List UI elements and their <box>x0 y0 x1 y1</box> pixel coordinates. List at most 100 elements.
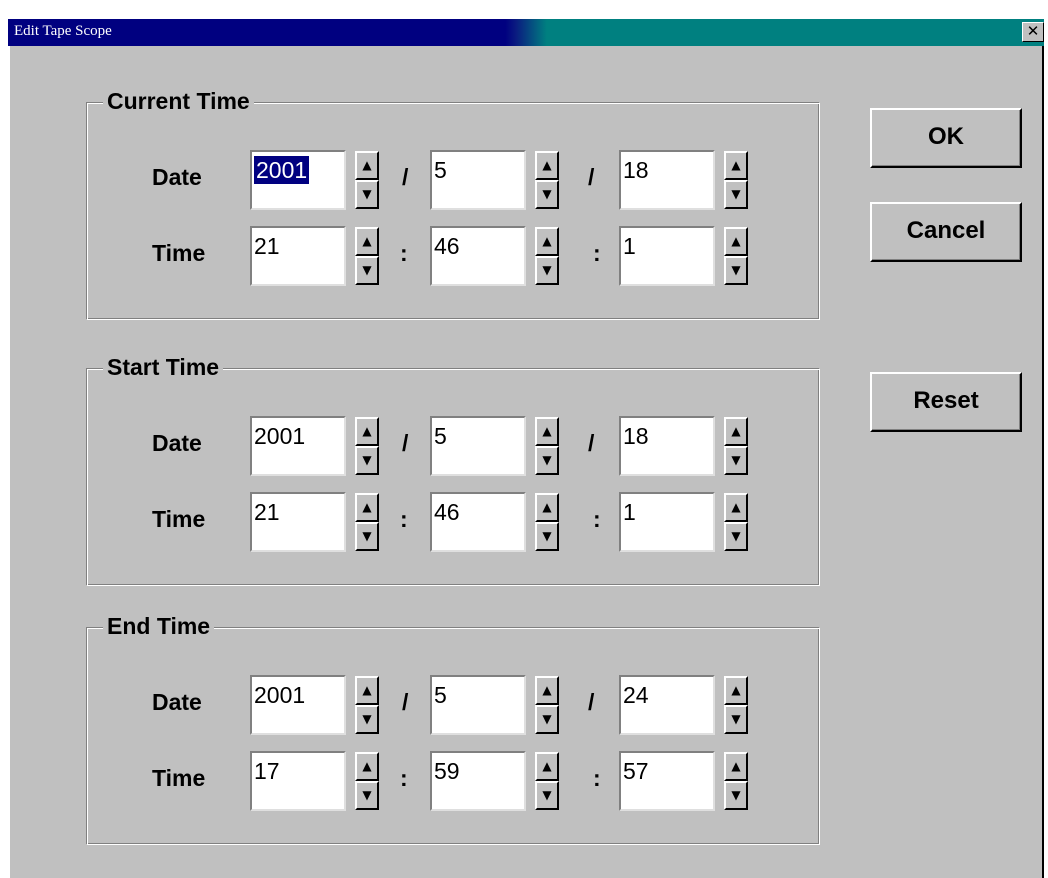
start-time-second-up-button[interactable]: ▲ <box>724 493 748 522</box>
end-time-year-down-button[interactable]: ▼ <box>355 705 379 734</box>
spin-down-icon: ▼ <box>542 453 552 467</box>
end-time-hour-up-button[interactable]: ▲ <box>355 752 379 781</box>
start-time-date-separator: / <box>588 430 595 456</box>
spin-down-icon: ▼ <box>362 263 372 277</box>
spin-up-icon: ▲ <box>542 500 552 514</box>
spin-down-icon: ▼ <box>731 263 741 277</box>
current-time-second-spinner[interactable]: ▲ ▼ <box>724 227 748 285</box>
current-time-second-up-button[interactable]: ▲ <box>724 227 748 256</box>
start-time-minute-spinner[interactable]: ▲ ▼ <box>535 493 559 551</box>
cancel-button[interactable]: Cancel <box>870 202 1022 262</box>
current-time-group-title: Current Time <box>103 87 254 115</box>
close-button[interactable]: ✕ <box>1022 22 1044 42</box>
current-time-day-down-button[interactable]: ▼ <box>724 180 748 209</box>
current-time-month-spinner[interactable]: ▲ ▼ <box>535 151 559 209</box>
end-time-year-spinner[interactable]: ▲ ▼ <box>355 676 379 734</box>
end-time-month-spinner[interactable]: ▲ ▼ <box>535 676 559 734</box>
start-time-minute-input[interactable]: 46 <box>430 492 526 552</box>
current-time-hour-spinner[interactable]: ▲ ▼ <box>355 227 379 285</box>
end-time-hour-input[interactable]: 17 <box>250 751 346 811</box>
start-time-second-down-button[interactable]: ▼ <box>724 522 748 551</box>
start-time-day-input[interactable]: 18 <box>619 416 715 476</box>
start-time-month-down-button[interactable]: ▼ <box>535 446 559 475</box>
current-time-month-up-button[interactable]: ▲ <box>535 151 559 180</box>
current-time-minute-down-button[interactable]: ▼ <box>535 256 559 285</box>
start-time-year-down-button[interactable]: ▼ <box>355 446 379 475</box>
current-time-minute-up-button[interactable]: ▲ <box>535 227 559 256</box>
current-time-minute-value: 46 <box>434 233 460 259</box>
start-time-hour-input[interactable]: 21 <box>250 492 346 552</box>
start-time-month-spinner[interactable]: ▲ ▼ <box>535 417 559 475</box>
start-time-day-up-button[interactable]: ▲ <box>724 417 748 446</box>
end-time-year-value: 2001 <box>254 682 306 708</box>
end-time-second-up-button[interactable]: ▲ <box>724 752 748 781</box>
end-time-second-spinner[interactable]: ▲ ▼ <box>724 752 748 810</box>
start-time-day-down-button[interactable]: ▼ <box>724 446 748 475</box>
start-time-minute-up-button[interactable]: ▲ <box>535 493 559 522</box>
current-time-hour-down-button[interactable]: ▼ <box>355 256 379 285</box>
start-time-month-value: 5 <box>434 423 447 449</box>
end-time-year-up-button[interactable]: ▲ <box>355 676 379 705</box>
end-time-hour-spinner[interactable]: ▲ ▼ <box>355 752 379 810</box>
start-time-minute-down-button[interactable]: ▼ <box>535 522 559 551</box>
end-time-month-input[interactable]: 5 <box>430 675 526 735</box>
start-time-year-input[interactable]: 2001 <box>250 416 346 476</box>
current-time-month-input[interactable]: 5 <box>430 150 526 210</box>
reset-button[interactable]: Reset <box>870 372 1022 432</box>
end-time-month-down-button[interactable]: ▼ <box>535 705 559 734</box>
current-time-time-separator: : <box>593 240 601 266</box>
start-time-hour-down-button[interactable]: ▼ <box>355 522 379 551</box>
spin-down-icon: ▼ <box>542 712 552 726</box>
end-time-hour-value: 17 <box>254 758 280 784</box>
end-time-second-input[interactable]: 57 <box>619 751 715 811</box>
start-time-second-value: 1 <box>623 499 636 525</box>
start-time-second-spinner[interactable]: ▲ ▼ <box>724 493 748 551</box>
end-time-day-input[interactable]: 24 <box>619 675 715 735</box>
current-time-year-down-button[interactable]: ▼ <box>355 180 379 209</box>
end-time-minute-up-button[interactable]: ▲ <box>535 752 559 781</box>
ok-button[interactable]: OK <box>870 108 1022 168</box>
end-time-day-spinner[interactable]: ▲ ▼ <box>724 676 748 734</box>
end-time-group: End Time <box>86 612 820 845</box>
current-time-hour-up-button[interactable]: ▲ <box>355 227 379 256</box>
end-time-time-separator: : <box>400 765 408 791</box>
start-time-month-up-button[interactable]: ▲ <box>535 417 559 446</box>
start-time-month-input[interactable]: 5 <box>430 416 526 476</box>
start-time-day-spinner[interactable]: ▲ ▼ <box>724 417 748 475</box>
end-time-hour-down-button[interactable]: ▼ <box>355 781 379 810</box>
current-time-year-input[interactable]: 2001 <box>250 150 346 210</box>
start-time-date-label: Date <box>152 430 202 456</box>
current-time-day-spinner[interactable]: ▲ ▼ <box>724 151 748 209</box>
current-time-month-down-button[interactable]: ▼ <box>535 180 559 209</box>
start-time-hour-spinner[interactable]: ▲ ▼ <box>355 493 379 551</box>
close-icon: ✕ <box>1026 22 1040 40</box>
start-time-date-separator: / <box>402 430 409 456</box>
end-time-year-input[interactable]: 2001 <box>250 675 346 735</box>
current-time-minute-spinner[interactable]: ▲ ▼ <box>535 227 559 285</box>
current-time-minute-input[interactable]: 46 <box>430 226 526 286</box>
end-time-second-down-button[interactable]: ▼ <box>724 781 748 810</box>
end-time-month-up-button[interactable]: ▲ <box>535 676 559 705</box>
start-time-hour-up-button[interactable]: ▲ <box>355 493 379 522</box>
end-time-day-up-button[interactable]: ▲ <box>724 676 748 705</box>
current-time-day-up-button[interactable]: ▲ <box>724 151 748 180</box>
spin-up-icon: ▲ <box>731 234 741 248</box>
end-time-minute-down-button[interactable]: ▼ <box>535 781 559 810</box>
current-time-year-up-button[interactable]: ▲ <box>355 151 379 180</box>
end-time-minute-input[interactable]: 59 <box>430 751 526 811</box>
current-time-hour-input[interactable]: 21 <box>250 226 346 286</box>
start-time-year-spinner[interactable]: ▲ ▼ <box>355 417 379 475</box>
current-time-second-input[interactable]: 1 <box>619 226 715 286</box>
start-time-time-separator: : <box>593 506 601 532</box>
start-time-hour-value: 21 <box>254 499 280 525</box>
end-time-day-down-button[interactable]: ▼ <box>724 705 748 734</box>
current-time-second-down-button[interactable]: ▼ <box>724 256 748 285</box>
end-time-minute-spinner[interactable]: ▲ ▼ <box>535 752 559 810</box>
current-time-year-spinner[interactable]: ▲ ▼ <box>355 151 379 209</box>
current-time-day-value: 18 <box>623 157 649 183</box>
start-time-year-up-button[interactable]: ▲ <box>355 417 379 446</box>
current-time-day-input[interactable]: 18 <box>619 150 715 210</box>
current-time-year-value: 2001 <box>254 156 310 184</box>
spin-down-icon: ▼ <box>362 788 372 802</box>
start-time-second-input[interactable]: 1 <box>619 492 715 552</box>
